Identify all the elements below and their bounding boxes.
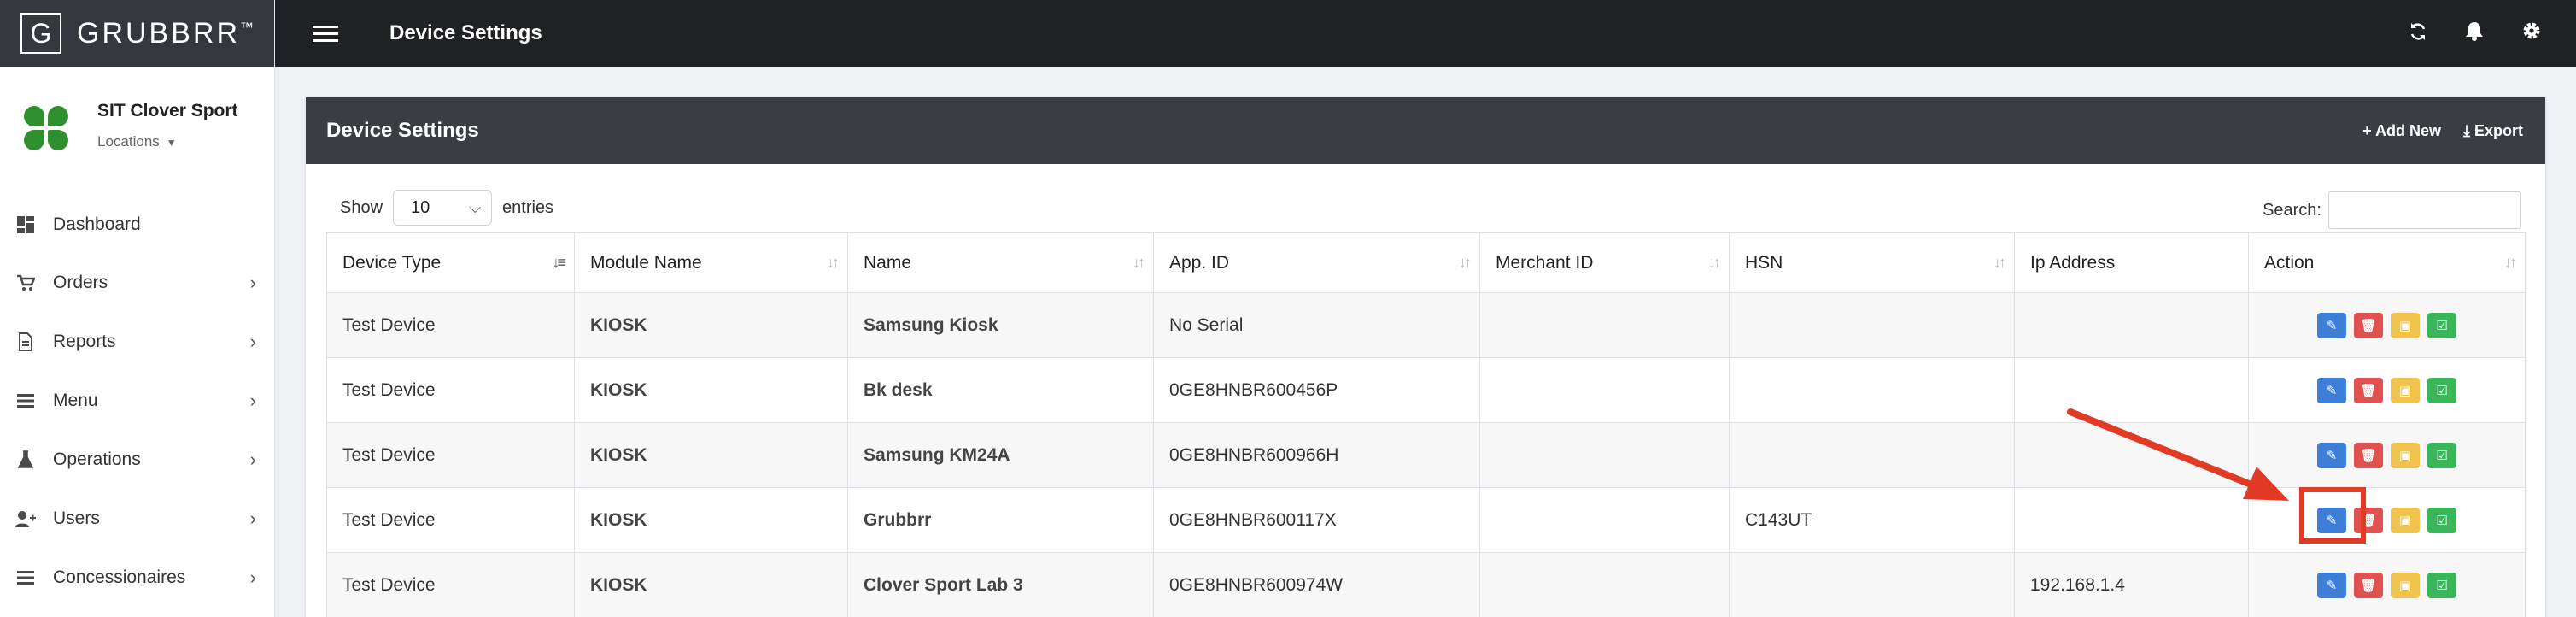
annotation-arrow	[2067, 408, 2289, 501]
annotation-highlight-box	[2299, 487, 2366, 544]
